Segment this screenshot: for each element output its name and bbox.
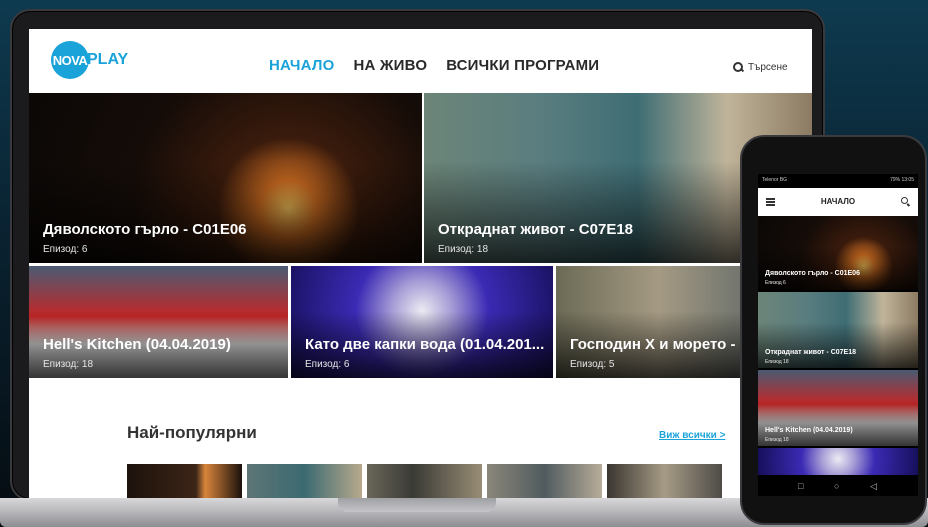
battery-time: 79% 13:05 [890, 177, 914, 183]
tile-title: Откраднат живот - C07E18 [765, 349, 857, 356]
popular-heading: Най-популярни [127, 423, 257, 442]
tile-title: Дяволското гърло - C01E06 [43, 221, 247, 238]
tile-hells-kitchen[interactable]: Hell's Kitchen (04.04.2019) Епизод: 18 [29, 266, 288, 378]
logo-mark: NOVA [51, 41, 89, 79]
status-bar: Telenor BG 79% 13:05 [758, 174, 918, 188]
phone-tile-two-drops[interactable] [758, 448, 918, 475]
phone-tile-devils-throat[interactable]: Дяволското гърло - C01E06 Епизод 6 [758, 216, 918, 290]
tile-title: Откраднат живот - C07E18 [438, 221, 634, 238]
search-label: Търсене [748, 62, 788, 73]
phone-tile-hells-kitchen[interactable]: Hell's Kitchen (04.04.2019) Епизод 18 [758, 370, 918, 446]
laptop-notch [338, 498, 496, 512]
tile-episode: Епизод: 6 [43, 244, 88, 255]
home-icon[interactable]: ○ [834, 481, 839, 491]
laptop-screen: NOVA PLAY НАЧАЛО НА ЖИВО ВСИЧКИ ПРОГРАМИ… [29, 29, 812, 503]
android-nav-bar: □ ○ ◁ [758, 475, 918, 496]
tile-devils-throat[interactable]: Дяволското гърло - C01E06 Епизод: 6 [29, 93, 422, 263]
recent-apps-icon[interactable]: □ [798, 481, 803, 491]
tile-episode: Епизод: 6 [305, 359, 350, 370]
carrier-label: Telenor BG [762, 177, 788, 183]
novaplay-logo[interactable]: NOVA PLAY [51, 41, 131, 79]
site-header: NOVA PLAY НАЧАЛО НА ЖИВО ВСИЧКИ ПРОГРАМИ… [29, 29, 812, 93]
tile-title: Hell's Kitchen (04.04.2019) [43, 336, 231, 353]
search-icon[interactable] [901, 197, 910, 206]
see-all-link[interactable]: Виж всички > [659, 430, 725, 441]
tile-episode: Епизод: 18 [43, 359, 93, 370]
phone-page-title: НАЧАЛО [820, 197, 856, 206]
tile-title: Hell's Kitchen (04.04.2019) [765, 427, 853, 434]
tile-two-drops[interactable]: Като две капки вода (01.04.201... Епизод… [291, 266, 553, 378]
tile-episode: Епизод 6 [765, 280, 786, 286]
tile-title: Господин Х и морето - [570, 336, 736, 353]
phone-screen: Telenor BG 79% 13:05 НАЧАЛО Дяволското г… [758, 174, 918, 496]
menu-item-home[interactable]: НАЧАЛО [269, 57, 334, 74]
back-icon[interactable]: ◁ [870, 481, 877, 492]
logo-text: PLAY [87, 51, 129, 68]
laptop-frame: NOVA PLAY НАЧАЛО НА ЖИВО ВСИЧКИ ПРОГРАМИ… [10, 9, 825, 503]
tile-episode: Епизод 18 [765, 437, 789, 443]
phone-frame: Telenor BG 79% 13:05 НАЧАЛО Дяволското г… [740, 135, 927, 525]
search-icon [733, 62, 744, 73]
menu-item-all-programs[interactable]: ВСИЧКИ ПРОГРАМИ [446, 57, 599, 74]
search-button[interactable]: Търсене [733, 62, 788, 73]
tile-title: Дяволското гърло - C01E06 [765, 270, 860, 277]
phone-tile-stolen-life[interactable]: Откраднат живот - C07E18 Епизод 18 [758, 292, 918, 368]
tile-episode: Епизод: 18 [438, 244, 488, 255]
main-menu: НАЧАЛО НА ЖИВО ВСИЧКИ ПРОГРАМИ [269, 57, 599, 74]
phone-header: НАЧАЛО [758, 188, 918, 216]
tile-episode: Епизод: 5 [570, 359, 615, 370]
tile-title: Като две капки вода (01.04.201... [305, 336, 545, 353]
menu-item-live[interactable]: НА ЖИВО [353, 57, 427, 74]
tile-episode: Епизод 18 [765, 359, 789, 365]
